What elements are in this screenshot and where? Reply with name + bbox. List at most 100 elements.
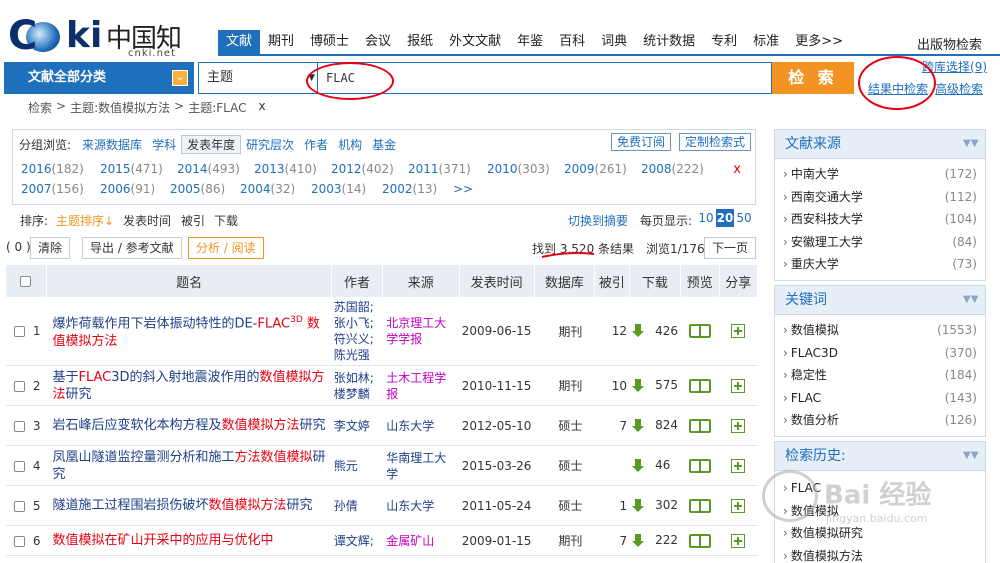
source-link[interactable]: 北京理工大学学报 <box>382 297 460 366</box>
nav-tab[interactable]: 外文文献 <box>441 30 509 54</box>
preview-cell[interactable] <box>680 297 719 366</box>
breadcrumb-close-icon[interactable]: x <box>258 99 265 116</box>
group-browse-option[interactable]: 来源数据库 <box>77 136 147 153</box>
cited-count[interactable] <box>594 445 630 486</box>
share-plus-icon[interactable] <box>731 378 746 393</box>
author-link[interactable]: 苏国韶; <box>334 299 381 315</box>
year-filter-item[interactable]: 2009(261) <box>564 162 627 176</box>
preview-book-icon[interactable] <box>688 378 711 393</box>
result-title-link[interactable]: 基于FLAC3D的斜入射地震波作用的数值模拟方法研究 <box>46 365 332 406</box>
cited-count[interactable]: 10 <box>594 365 630 406</box>
nav-tab[interactable]: 更多>> <box>787 30 851 54</box>
share-cell[interactable] <box>719 525 758 556</box>
download-cell[interactable]: 302 <box>629 485 681 526</box>
group-browse-option[interactable]: 发表年度 <box>181 135 242 154</box>
preview-book-icon[interactable] <box>688 458 711 473</box>
download-icon[interactable] <box>631 324 645 338</box>
sidebar-item[interactable]: › FLAC3D (370) <box>783 342 977 365</box>
author-link[interactable]: 熊元 <box>334 458 381 474</box>
sidebar-item[interactable]: › 重庆大学 (73) <box>783 253 977 276</box>
year-filter-item[interactable]: 2015(471) <box>100 162 163 176</box>
download-icon[interactable] <box>631 498 645 513</box>
group-browse-option[interactable]: 基金 <box>367 136 401 153</box>
share-plus-icon[interactable] <box>731 498 746 513</box>
clear-button[interactable]: 清除 <box>30 237 71 259</box>
nav-tab[interactable]: 报纸 <box>399 30 441 54</box>
download-icon[interactable] <box>631 458 645 473</box>
breadcrumb-item[interactable]: 检索 <box>28 99 52 116</box>
sidebar-item[interactable]: › 中南大学 (172) <box>783 163 977 186</box>
group-browse-option[interactable]: 机构 <box>333 136 367 153</box>
chevron-down-icon[interactable]: ⌄ <box>172 70 188 86</box>
preview-cell[interactable] <box>680 365 719 406</box>
row-checkbox[interactable] <box>14 380 25 392</box>
custom-query-button[interactable]: 定制检索式 <box>679 133 752 151</box>
share-plus-icon[interactable] <box>731 418 746 433</box>
nav-tab[interactable]: 词典 <box>593 30 635 54</box>
publication-search-link[interactable]: 出版物检索 <box>917 34 982 53</box>
year-filter-item[interactable]: 2002(13) <box>382 182 437 196</box>
author-link[interactable]: 张如林; <box>334 370 381 386</box>
download-cell[interactable]: 824 <box>629 405 681 446</box>
download-cell[interactable]: 46 <box>629 445 681 486</box>
history-header[interactable]: 检索历史: ▼▼ <box>774 441 986 471</box>
row-select-cell[interactable]: 2 <box>6 365 47 406</box>
source-link[interactable]: 山东大学 <box>382 405 460 446</box>
download-icon[interactable] <box>631 533 645 548</box>
row-select-cell[interactable]: 3 <box>6 405 47 446</box>
share-plus-icon[interactable] <box>731 324 746 339</box>
share-cell[interactable] <box>719 365 758 406</box>
source-link[interactable]: 土木工程学报 <box>382 365 460 406</box>
author-link[interactable]: 李文婷 <box>334 418 381 434</box>
result-title-link[interactable]: 岩石峰后应变软化本构方程及数值模拟方法研究 <box>46 405 332 446</box>
sidebar-item[interactable]: › 稳定性 (184) <box>783 364 977 387</box>
per-page-50[interactable]: 50 <box>735 209 753 227</box>
cited-count[interactable]: 7 <box>594 405 630 446</box>
share-cell[interactable] <box>719 485 758 526</box>
cited-count[interactable]: 1 <box>594 485 630 526</box>
year-filter-item[interactable]: 2014(493) <box>177 162 240 176</box>
sidebar-item[interactable]: › 西安科技大学 (104) <box>783 208 977 231</box>
analyze-read-button[interactable]: 分析 / 阅读 <box>188 237 264 259</box>
share-cell[interactable] <box>719 297 758 366</box>
row-checkbox[interactable] <box>14 535 25 547</box>
download-cell[interactable]: 575 <box>629 365 681 406</box>
author-link[interactable]: 陈光强 <box>334 347 381 363</box>
sort-by-download[interactable]: 下载 <box>214 212 238 229</box>
breadcrumb-item[interactable]: 主题:FLAC <box>188 99 246 116</box>
row-checkbox[interactable] <box>14 500 25 512</box>
result-title-link[interactable]: 爆炸荷载作用下岩体振动特性的DE-FLAC3D 数值模拟方法 <box>46 297 332 366</box>
share-cell[interactable] <box>719 445 758 486</box>
source-link[interactable]: 华南理工大学 <box>382 445 460 486</box>
year-filter-item[interactable]: 2016(182) <box>21 162 84 176</box>
nav-tab[interactable]: 文献 <box>218 30 261 54</box>
cited-count[interactable]: 7 <box>594 525 630 556</box>
row-select-cell[interactable]: 1 <box>6 297 47 366</box>
preview-book-icon[interactable] <box>688 533 711 548</box>
year-filter-item[interactable]: 2003(14) <box>311 182 366 196</box>
advanced-search-link[interactable]: 高级检索 <box>935 80 983 97</box>
preview-cell[interactable] <box>680 485 719 526</box>
sidebar-item[interactable]: › 安徽理工大学 (84) <box>783 231 977 254</box>
source-link[interactable]: 山东大学 <box>382 485 460 526</box>
group-browse-option[interactable]: 学科 <box>147 136 181 153</box>
per-page-20[interactable]: 20 <box>716 209 734 227</box>
nav-tab[interactable]: 会议 <box>357 30 399 54</box>
keywords-header[interactable]: 关键词 ▼▼ <box>774 285 986 315</box>
collapse-icon[interactable]: ▼▼ <box>963 450 978 462</box>
share-plus-icon[interactable] <box>731 533 746 548</box>
breadcrumb-item[interactable]: 主题:数值模拟方法 <box>70 99 170 116</box>
search-button[interactable]: 检 索 <box>772 62 854 94</box>
year-filter-item[interactable]: 2008(222) <box>641 162 704 176</box>
year-filter-item[interactable]: 2013(410) <box>254 162 317 176</box>
preview-cell[interactable] <box>680 445 719 486</box>
download-cell[interactable]: 426 <box>629 297 681 366</box>
download-icon[interactable] <box>631 418 645 433</box>
nav-tab[interactable]: 百科 <box>551 30 593 54</box>
free-subscribe-button[interactable]: 免费订阅 <box>611 133 672 151</box>
nav-tab[interactable]: 期刊 <box>260 30 302 54</box>
author-link[interactable]: 符兴义; <box>334 331 381 347</box>
result-title-link[interactable]: 数值模拟在矿山开采中的应用与优化中 <box>46 525 332 556</box>
sidebar-item[interactable]: › 数值模拟方法 <box>783 545 977 563</box>
result-title-link[interactable]: 隧道施工过程围岩损伤破坏数值模拟方法研究 <box>46 485 332 526</box>
